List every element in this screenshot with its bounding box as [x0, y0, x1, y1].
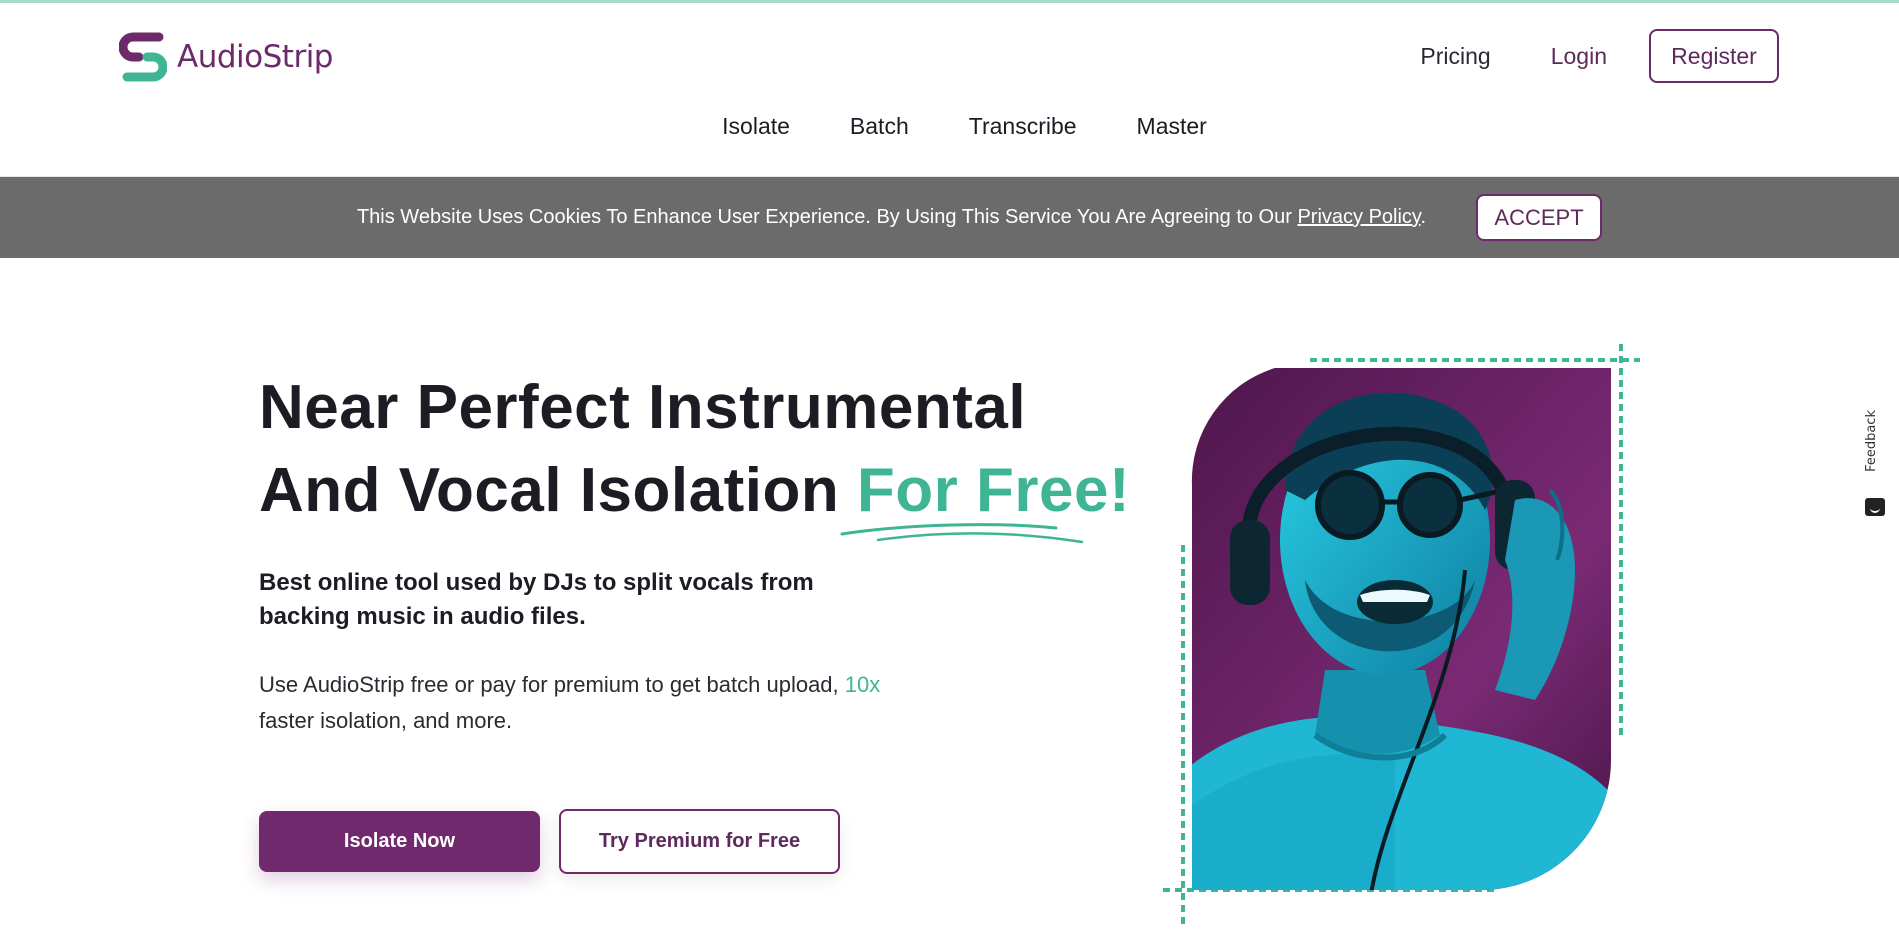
- hero-subtitle: Best online tool used by DJs to split vo…: [259, 569, 814, 630]
- nav-transcribe[interactable]: Transcribe: [969, 113, 1077, 140]
- cookie-period: .: [1420, 206, 1427, 228]
- feedback-tab[interactable]: Feedback: [1862, 410, 1888, 520]
- hero-description: Use AudioStrip free or pay for premium t…: [259, 667, 919, 739]
- site-header: AudioStrip Pricing Login Register Isolat…: [0, 3, 1899, 177]
- login-link[interactable]: Login: [1551, 43, 1607, 70]
- top-nav: Pricing Login Register: [1360, 29, 1779, 83]
- main-nav: Isolate Batch Transcribe Master: [0, 113, 1899, 140]
- hero-title-line1: Near Perfect Instrumental: [259, 373, 1027, 442]
- register-button[interactable]: Register: [1649, 29, 1779, 83]
- cookie-text: This Website Uses Cookies To Enhance Use…: [356, 206, 1298, 228]
- desc-highlight: 10x: [844, 672, 881, 697]
- nav-master[interactable]: Master: [1137, 113, 1207, 140]
- desc-text-after: faster isolation, and more.: [259, 708, 513, 733]
- brand-name: AudioStrip: [177, 39, 333, 75]
- nav-batch[interactable]: Batch: [850, 113, 909, 140]
- feedback-icon: [1865, 498, 1885, 516]
- isolate-now-button[interactable]: Isolate Now: [259, 811, 540, 872]
- pricing-link[interactable]: Pricing: [1420, 43, 1490, 70]
- feedback-label: Feedback: [1864, 410, 1879, 472]
- try-premium-button[interactable]: Try Premium for Free: [559, 809, 840, 874]
- audiostrip-logo-icon: [119, 32, 167, 82]
- hero-title-accent: For Free!: [856, 456, 1131, 525]
- nav-isolate[interactable]: Isolate: [722, 113, 790, 140]
- privacy-policy-link[interactable]: Privacy Policy: [1297, 206, 1420, 228]
- cookie-message: This Website Uses Cookies To Enhance Use…: [357, 206, 1426, 229]
- brush-underline-decoration: [840, 523, 1084, 544]
- accept-cookies-button[interactable]: ACCEPT: [1476, 194, 1603, 241]
- desc-text-before: Use AudioStrip free or pay for premium t…: [259, 672, 845, 697]
- hero-title-line2: And Vocal Isolation: [259, 456, 857, 525]
- brand-logo[interactable]: AudioStrip: [119, 31, 333, 83]
- hero-title: Near Perfect Instrumental And Vocal Isol…: [259, 366, 1130, 532]
- cookie-banner: This Website Uses Cookies To Enhance Use…: [0, 177, 1899, 258]
- hero-image: [1163, 344, 1640, 925]
